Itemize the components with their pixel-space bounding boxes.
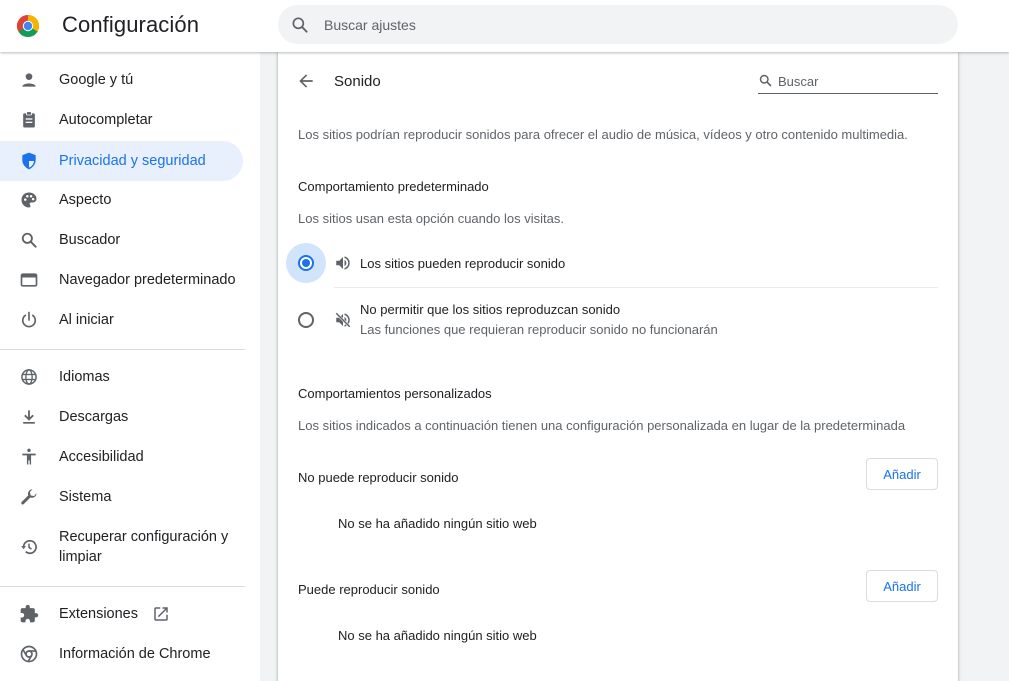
radio-option-block-sound[interactable]: No permitir que los sitios reproduzcan s… (278, 296, 958, 344)
radio-label: Los sitios pueden reproducir sonido (360, 256, 566, 271)
sidebar-item-navegador-predeterminado[interactable]: Navegador predeterminado (0, 260, 243, 300)
sound-settings-card: Sonido Los sitios podrían reproducir son… (278, 52, 958, 681)
radio-option-allow-sound[interactable]: Los sitios pueden reproducir sonido (278, 243, 958, 287)
chrome-icon (20, 645, 38, 663)
browser-window-icon (20, 273, 38, 287)
open-in-new-icon[interactable] (152, 605, 170, 623)
sidebar-item-label: Autocompletar (59, 112, 153, 128)
search-icon (759, 74, 772, 87)
chrome-logo-icon (16, 14, 40, 38)
sidebar-item-label: Al iniciar (59, 312, 114, 328)
sidebar-item-recuperar-configuracion[interactable]: Recuperar configuración y limpiar (0, 525, 243, 569)
sidebar: Google y tú Autocompletar Privacidad y s… (0, 52, 260, 681)
clipboard-icon (23, 111, 35, 128)
settings-header: Configuración (0, 0, 1009, 52)
radio-sublabel: Las funciones que requieran reproducir s… (360, 322, 718, 337)
sidebar-item-label: Accesibilidad (59, 449, 144, 465)
radio-label: No permitir que los sitios reproduzcan s… (360, 302, 621, 317)
power-icon (21, 311, 37, 328)
sidebar-item-label: Aspecto (59, 192, 112, 208)
app-title: Configuración (62, 12, 200, 37)
sidebar-item-label: Idiomas (59, 369, 110, 385)
volume-off-icon (335, 312, 351, 328)
wrench-icon (21, 489, 37, 505)
sidebar-item-label: Sistema (59, 489, 112, 505)
sidebar-item-label: Buscador (59, 232, 121, 248)
sidebar-item-google-y-tu[interactable]: Google y tú (0, 60, 243, 100)
page-title: Sonido (334, 73, 381, 90)
restore-icon (21, 539, 37, 555)
search-icon (292, 17, 308, 33)
palette-icon (21, 192, 37, 208)
default-behavior-subtitle: Los sitios usan esta opción cuando los v… (298, 211, 564, 226)
sidebar-item-label: Extensiones (59, 606, 138, 622)
sidebar-item-privacidad-y-seguridad[interactable]: Privacidad y seguridad (0, 141, 243, 181)
shield-icon (22, 152, 36, 170)
radio-block-sound[interactable] (298, 312, 314, 328)
list-title-allowed: Puede reproducir sonido (298, 582, 440, 597)
sidebar-divider (0, 349, 245, 350)
volume-up-icon (336, 256, 350, 270)
sidebar-item-sistema[interactable]: Sistema (0, 477, 243, 517)
sidebar-item-label: Navegador predeterminado (59, 272, 236, 288)
sidebar-item-label: Recuperar configuración y limpiar (59, 529, 229, 565)
sidebar-item-descargas[interactable]: Descargas (0, 397, 243, 437)
radio-allow-sound[interactable] (298, 255, 314, 271)
page-search-field[interactable] (758, 71, 938, 94)
sidebar-item-buscador[interactable]: Buscador (0, 220, 243, 260)
sidebar-item-label: Privacidad y seguridad (59, 153, 206, 169)
person-icon (22, 73, 36, 87)
globe-icon (21, 369, 37, 385)
settings-search-box[interactable] (278, 5, 958, 44)
accessibility-icon (22, 448, 36, 465)
sidebar-item-accesibilidad[interactable]: Accesibilidad (0, 437, 243, 477)
sidebar-item-label: Información de Chrome (59, 646, 211, 662)
sidebar-item-informacion-de-chrome[interactable]: Información de Chrome (0, 634, 243, 674)
sidebar-item-al-iniciar[interactable]: Al iniciar (0, 300, 243, 340)
page-description: Los sitios podrían reproducir sonidos pa… (298, 127, 908, 142)
custom-behavior-heading: Comportamientos personalizados (298, 386, 492, 401)
page-search-input[interactable] (778, 71, 936, 91)
settings-search-input[interactable] (324, 16, 924, 33)
sidebar-item-extensiones[interactable]: Extensiones (0, 594, 243, 634)
sidebar-item-label: Descargas (59, 409, 129, 425)
download-icon (23, 410, 35, 424)
empty-list-message: No se ha añadido ningún sitio web (338, 628, 537, 643)
add-blocked-site-button[interactable]: Añadir (866, 458, 938, 490)
add-allowed-site-button[interactable]: Añadir (866, 570, 938, 602)
back-arrow-icon[interactable] (296, 71, 316, 91)
custom-behavior-subtitle: Los sitios indicados a continuación tien… (298, 418, 906, 433)
list-title-blocked: No puede reproducir sonido (298, 470, 459, 485)
sidebar-item-aspecto[interactable]: Aspecto (0, 180, 243, 220)
default-behavior-heading: Comportamiento predeterminado (298, 179, 489, 194)
search-icon (21, 232, 37, 248)
option-separator (334, 287, 938, 288)
puzzle-icon (20, 604, 39, 623)
sidebar-item-idiomas[interactable]: Idiomas (0, 357, 243, 397)
sidebar-item-autocompletar[interactable]: Autocompletar (0, 100, 243, 140)
empty-list-message: No se ha añadido ningún sitio web (338, 516, 537, 531)
sidebar-divider (0, 586, 245, 587)
sidebar-item-label: Google y tú (59, 72, 134, 88)
